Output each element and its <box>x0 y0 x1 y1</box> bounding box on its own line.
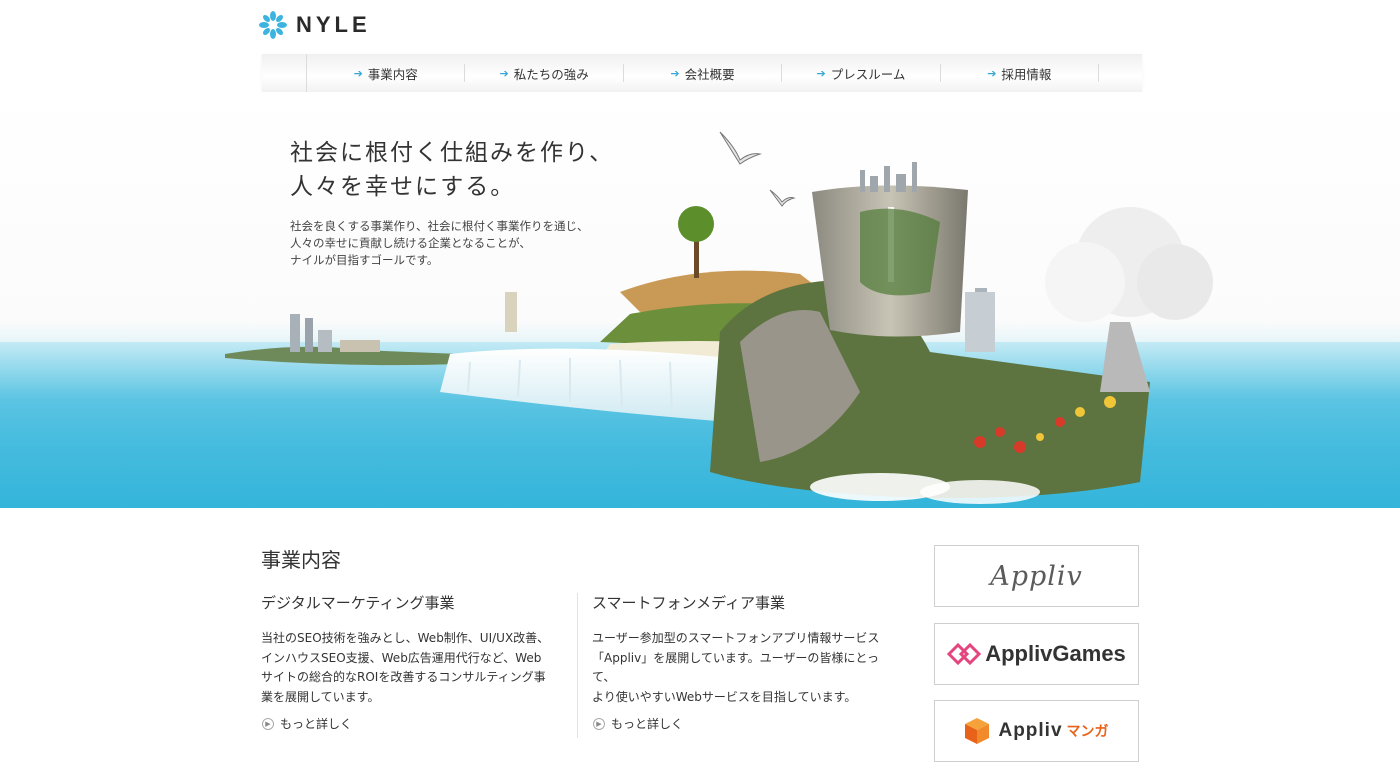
more-link-smartphone-media[interactable]: ▶ もっと詳しく <box>593 715 683 732</box>
applivmanga-cube-icon <box>965 718 990 744</box>
arrow-right-icon: ➔ <box>499 66 509 80</box>
nav-item-label: 採用情報 <box>1001 66 1052 82</box>
hero-description-line: 人々の幸せに貢献し続ける企業となることが、 <box>290 236 531 250</box>
nyle-flower-icon <box>259 11 287 39</box>
nav-item-company[interactable]: ➔ 会社概要 <box>624 64 783 82</box>
arrow-circle-icon: ▶ <box>593 717 605 730</box>
arrow-right-icon: ➔ <box>353 66 363 80</box>
applivgames-logo-text: ApplivGames <box>985 641 1126 666</box>
hero-headline-line: 社会に根付く仕組みを作り、 <box>290 140 615 166</box>
column-body: 当社のSEO技術を強みとし、Web制作、UI/UX改善、 インハウスSEO支援、… <box>261 629 561 707</box>
column-body-line: インハウスSEO支援、Web広告運用代行など、Web <box>261 650 542 665</box>
nyle-logo[interactable]: NYLE <box>258 10 371 40</box>
applivgames-banner[interactable]: ApplivGames <box>934 623 1139 685</box>
logo-text: NYLE <box>296 12 371 37</box>
arrow-circle-icon: ▶ <box>262 717 274 730</box>
arrow-right-icon: ➔ <box>670 66 680 80</box>
nav-item-label: プレスルーム <box>830 66 906 82</box>
applivmanga-logo-suffix: マンガ <box>1066 724 1109 740</box>
hero-description-line: 社会を良くする事業作り、社会に根付く事業作りを通じ、 <box>290 219 589 233</box>
column-heading: スマートフォンメディア事業 <box>592 594 786 612</box>
appliv-logo-text: Appliv <box>990 560 1083 592</box>
column-body-line: 業を展開しています。 <box>261 689 380 704</box>
hero-island-illustration <box>0 131 1400 508</box>
hero-headline: 社会に根付く仕組みを作り、 人々を幸せにする。 <box>290 136 614 204</box>
section-title: 事業内容 <box>261 548 341 572</box>
column-divider <box>577 593 578 738</box>
digital-marketing-column: デジタルマーケティング事業 当社のSEO技術を強みとし、Web制作、UI/UX改… <box>261 592 561 707</box>
site-header: NYLE <box>0 0 1400 52</box>
nav-item-business[interactable]: ➔ 事業内容 <box>307 64 466 82</box>
more-link-digital-marketing[interactable]: ▶ もっと詳しく <box>262 715 352 732</box>
nav-item-strengths[interactable]: ➔ 私たちの強み <box>465 64 624 82</box>
column-body-line: ユーザー参加型のスマートフォンアプリ情報サービス <box>592 631 880 645</box>
more-link-label: もっと詳しく <box>611 717 684 731</box>
column-body: ユーザー参加型のスマートフォンアプリ情報サービス 「Appliv」を展開していま… <box>592 629 892 707</box>
more-link-label: もっと詳しく <box>280 717 353 731</box>
applivmanga-logo-text: Appliv <box>998 720 1063 741</box>
business-section: 事業内容 デジタルマーケティング事業 当社のSEO技術を強みとし、Web制作、U… <box>0 508 1400 768</box>
hero-headline-line: 人々を幸せにする。 <box>290 174 516 200</box>
nav-item-recruit[interactable]: ➔ 採用情報 <box>941 64 1100 82</box>
nav-item-label: 会社概要 <box>684 66 735 82</box>
hero-section: 社会に根付く仕組みを作り、 人々を幸せにする。 社会を良くする事業作り、社会に根… <box>0 92 1400 508</box>
appliv-banner[interactable]: Appliv <box>934 545 1139 607</box>
arrow-right-icon: ➔ <box>816 66 826 80</box>
hero-description: 社会を良くする事業作り、社会に根付く事業作りを通じ、 人々の幸せに貢献し続ける企… <box>290 218 589 269</box>
column-body-line: 当社のSEO技術を強みとし、Web制作、UI/UX改善、 <box>261 631 550 645</box>
nav-item-label: 事業内容 <box>367 66 418 82</box>
column-body-line: サイトの総合的なROIを改善するコンサルティング事 <box>261 670 546 684</box>
applivmanga-banner[interactable]: Appliv マンガ <box>934 700 1139 762</box>
nav-item-pressroom[interactable]: ➔ プレスルーム <box>782 64 941 82</box>
smartphone-media-column: スマートフォンメディア事業 ユーザー参加型のスマートフォンアプリ情報サービス 「… <box>592 592 892 707</box>
column-heading: デジタルマーケティング事業 <box>261 594 455 612</box>
global-nav: ➔ 事業内容 ➔ 私たちの強み ➔ 会社概要 ➔ プレスルーム ➔ 採用情報 <box>262 54 1142 92</box>
arrow-right-icon: ➔ <box>987 66 997 80</box>
applivgames-diamond-icon <box>947 643 982 665</box>
column-body-line: 「Appliv」を展開しています。ユーザーの皆様にとって、 <box>592 650 880 685</box>
nav-item-label: 私たちの強み <box>513 66 589 82</box>
hero-description-line: ナイルが目指すゴールです。 <box>290 253 439 267</box>
column-body-line: より使いやすいWebサービスを目指しています。 <box>592 689 857 704</box>
